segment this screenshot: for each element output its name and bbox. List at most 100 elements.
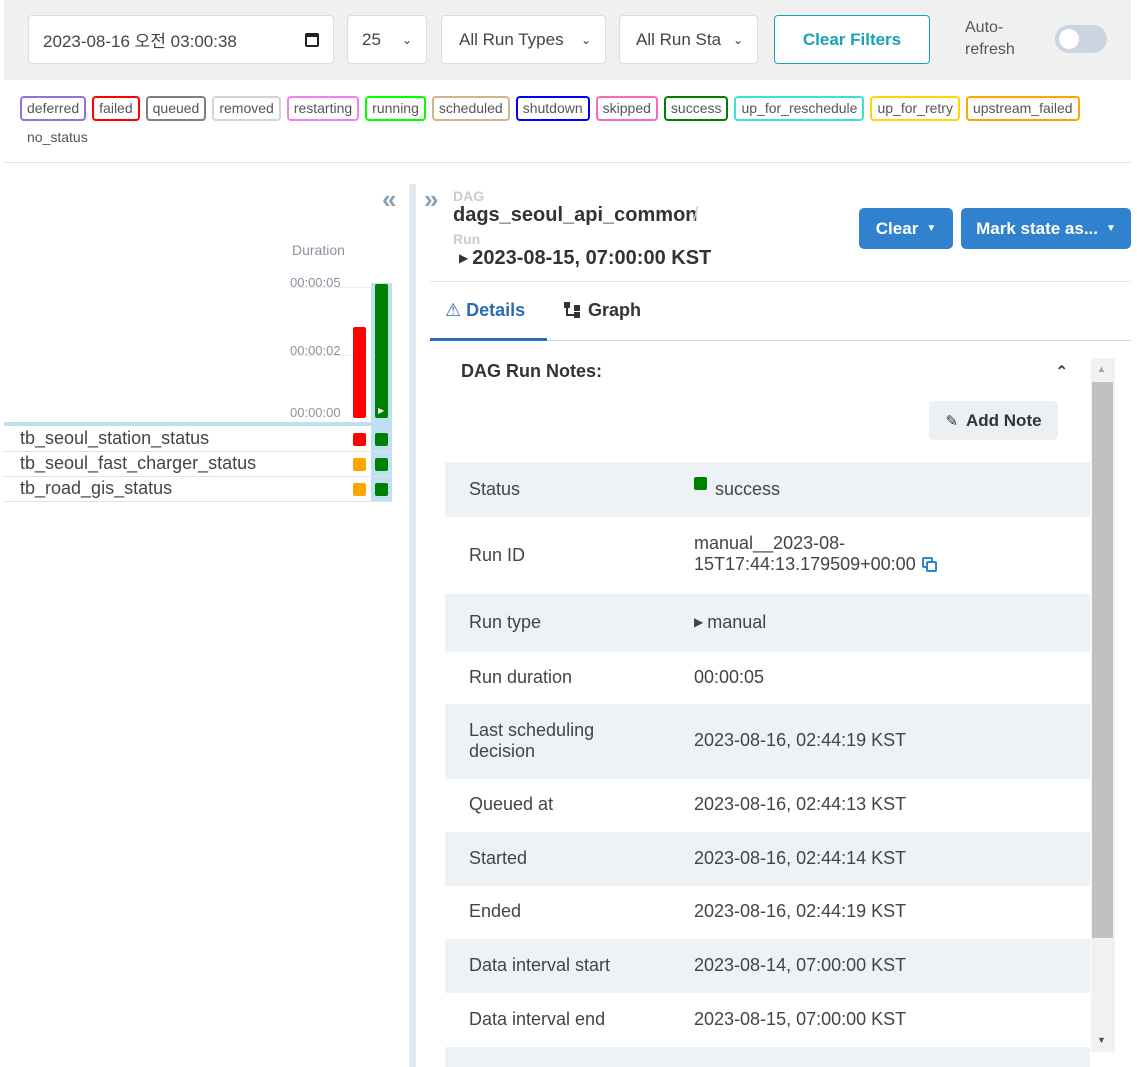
detail-value: 2023-08-16, 02:44:13 KST	[694, 794, 907, 814]
chevron-down-icon: ⌄	[401, 32, 412, 47]
collapse-grid-icon[interactable]: «	[382, 186, 396, 212]
detail-value: 2023-08-16, 02:44:19 KST	[694, 730, 907, 750]
scroll-up-icon[interactable]: ▲	[1097, 364, 1106, 374]
tab-details-label: Details	[466, 300, 526, 320]
pencil-icon: ✎	[945, 412, 959, 430]
run-type-icon: ▶	[459, 251, 469, 265]
task-instance-square[interactable]	[353, 433, 366, 446]
last-sched-line1: Last scheduling	[469, 720, 595, 740]
legend-badge-failed[interactable]: failed	[92, 96, 140, 121]
task-name[interactable]: tb_road_gis_status	[20, 478, 172, 499]
legend-badge-deferred[interactable]: deferred	[20, 96, 87, 121]
divider	[4, 162, 1131, 163]
task-name[interactable]: tb_seoul_fast_charger_status	[20, 453, 256, 474]
detail-row-run-type: Run type ▶ manual	[445, 594, 1090, 652]
run-id-value: manual__2023-08- 15T17:44:13.179509+00:0…	[694, 533, 938, 575]
detail-row-started: Started 2023-08-16, 02:44:14 KST	[445, 832, 1090, 886]
legend-badge-running[interactable]: running	[365, 96, 426, 121]
task-name[interactable]: tb_seoul_station_status	[20, 428, 209, 449]
duration-tick-label: 00:00:02	[290, 343, 341, 358]
task-instance-square[interactable]	[353, 483, 366, 496]
run-duration-bar-success[interactable]: ▶	[375, 284, 388, 418]
detail-row-last-scheduling: Last scheduling decision 2023-08-16, 02:…	[445, 704, 1090, 779]
legend-badge-upstream-failed[interactable]: upstream_failed	[965, 96, 1080, 121]
calendar-icon[interactable]	[305, 32, 319, 47]
task-instance-square[interactable]	[375, 433, 388, 446]
detail-key: Data interval start	[469, 955, 611, 975]
detail-key: Status	[469, 479, 521, 499]
duration-tick-label: 00:00:05	[290, 275, 341, 290]
detail-key: Queued at	[469, 794, 554, 814]
copy-icon[interactable]	[921, 557, 938, 573]
play-icon: ▶	[378, 406, 385, 415]
run-id-line1: manual__2023-08-	[694, 533, 846, 553]
clear-filters-button[interactable]: Clear Filters	[774, 15, 930, 64]
page-size-select[interactable]: 25 ⌄	[347, 15, 427, 64]
run-id-line2: 15T17:44:13.179509+00:00	[694, 554, 916, 574]
status-text: success	[715, 479, 781, 499]
chevron-down-icon: ⌄	[580, 32, 591, 47]
auto-refresh-toggle[interactable]	[1055, 25, 1107, 53]
clear-run-button[interactable]: Clear ▼	[859, 208, 953, 249]
legend-badge-success[interactable]: success	[663, 96, 729, 121]
task-row[interactable]: tb_seoul_fast_charger_status	[4, 452, 392, 477]
breadcrumb-dag-id[interactable]: dags_seoul_api_common	[453, 204, 698, 227]
task-instance-square[interactable]	[353, 458, 366, 471]
tab-details[interactable]: ⚠ Details	[445, 300, 525, 340]
legend-badge-skipped[interactable]: skipped	[595, 96, 658, 121]
run-type-select[interactable]: All Run Types ⌄	[441, 15, 606, 64]
run-state-select[interactable]: All Run Sta ⌄	[619, 15, 758, 64]
graph-icon	[564, 302, 582, 318]
tab-graph-label: Graph	[588, 300, 642, 320]
detail-row-partial	[445, 1047, 1090, 1067]
legend-badge-restarting[interactable]: restarting	[286, 96, 360, 121]
task-row[interactable]: tb_seoul_station_status	[4, 427, 392, 452]
mark-state-button[interactable]: Mark state as... ▼	[961, 208, 1131, 249]
legend-badge-shutdown[interactable]: shutdown	[515, 96, 590, 121]
execution-date-value: 2023-08-16 오전 03:00:38	[43, 32, 237, 51]
task-instance-square[interactable]	[375, 483, 388, 496]
legend-badge-no-status[interactable]: no_status	[20, 125, 95, 150]
detail-key: Run type	[469, 612, 542, 632]
filter-bar: 2023-08-16 오전 03:00:38 25 ⌄ All Run Type…	[4, 0, 1131, 80]
execution-date-input[interactable]: 2023-08-16 오전 03:00:38	[28, 15, 334, 64]
detail-value: 00:00:05	[694, 667, 765, 687]
auto-refresh-label: Auto-refresh	[965, 19, 1015, 58]
clear-run-label: Clear	[875, 218, 919, 238]
collapse-notes-icon[interactable]: ⌃	[1055, 362, 1068, 382]
detail-key: Run ID	[469, 545, 526, 565]
run-duration-bar-failed[interactable]	[353, 326, 366, 418]
active-tab-indicator	[430, 338, 547, 341]
breadcrumb-run[interactable]: ▶ 2023-08-15, 07:00:00 KST	[459, 247, 711, 270]
expand-details-icon[interactable]: »	[424, 186, 438, 212]
detail-row-interval-start: Data interval start 2023-08-14, 07:00:00…	[445, 939, 1090, 993]
divider	[430, 281, 1131, 282]
caret-down-icon: ▼	[926, 223, 937, 234]
task-instance-square[interactable]	[375, 458, 388, 471]
duration-tick-label: 00:00:00	[290, 405, 341, 420]
chevron-down-icon: ⌄	[732, 32, 743, 47]
tab-graph[interactable]: Graph	[564, 300, 641, 340]
breadcrumb-dag-label: DAG	[453, 188, 485, 204]
state-legend: deferred failed queued removed restarting run…	[20, 96, 1120, 150]
detail-value: 2023-08-16, 02:44:14 KST	[694, 848, 907, 868]
legend-badge-scheduled[interactable]: scheduled	[431, 96, 510, 121]
detail-row-status: Status success	[445, 462, 1090, 517]
task-row[interactable]: tb_road_gis_status	[4, 477, 392, 502]
detail-value: 2023-08-16, 02:44:19 KST	[694, 901, 907, 921]
status-value: success	[694, 477, 781, 500]
legend-badge-up-for-reschedule[interactable]: up_for_reschedule	[734, 96, 865, 121]
add-note-button[interactable]: ✎ Add Note	[929, 401, 1058, 440]
breadcrumb-run-value: 2023-08-15, 07:00:00 KST	[472, 247, 712, 269]
pane-resize-handle[interactable]	[409, 184, 416, 1067]
legend-badge-up-for-retry[interactable]: up_for_retry	[870, 96, 960, 121]
mark-state-label: Mark state as...	[976, 218, 1098, 238]
detail-row-ended: Ended 2023-08-16, 02:44:19 KST	[445, 886, 1090, 939]
legend-badge-queued[interactable]: queued	[145, 96, 207, 121]
scrollbar-thumb[interactable]	[1092, 382, 1113, 938]
detail-row-queued: Queued at 2023-08-16, 02:44:13 KST	[445, 779, 1090, 832]
scroll-down-icon[interactable]: ▼	[1097, 1035, 1106, 1045]
detail-row-run-duration: Run duration 00:00:05	[445, 652, 1090, 704]
legend-badge-removed[interactable]: removed	[212, 96, 281, 121]
detail-key: Run duration	[469, 667, 573, 687]
